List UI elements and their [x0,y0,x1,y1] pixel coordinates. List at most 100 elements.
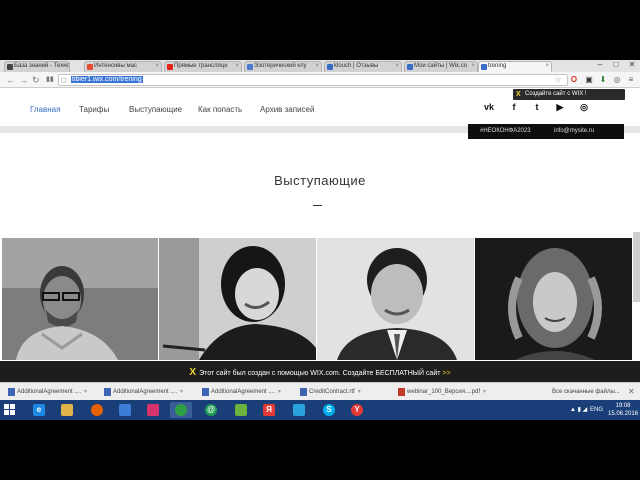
minimize-button[interactable]: – [592,60,608,71]
close-icon[interactable]: × [235,62,239,71]
bookmarks-icon[interactable]: ▮▮ [46,74,54,86]
tray-icons[interactable]: ▲ ▮ ◢ [570,404,587,416]
yandex-browser-app-icon[interactable]: Y [346,402,368,418]
tab-label: Интенсивы мас [94,63,137,69]
twitter-icon[interactable]: t [530,102,544,112]
facebook-icon[interactable]: f [507,102,521,112]
wix-banner-text: Этот сайт был создан с помощью WIX.com. … [199,370,441,377]
tab-favicon-icon [7,64,13,70]
show-all-downloads-link[interactable]: Все скачанные файлы... [552,386,620,398]
clock-time: 19:08 [615,403,631,409]
tab-0[interactable]: База знаний - Техно × [4,61,70,72]
download-item[interactable]: AdditionalAgreement .... ▾ [202,386,281,398]
explorer-app-icon[interactable] [56,402,78,418]
tab-label: База знаний - Техно [14,63,69,69]
nav-link-home[interactable]: Главная [30,105,60,114]
close-icon[interactable]: × [155,62,159,71]
yandex-app-icon[interactable]: Я [258,402,280,418]
nav-link-tariffs[interactable]: Тарифы [79,105,109,114]
section-title: Выступающие [274,173,366,188]
document-icon [300,388,307,396]
youtube-icon[interactable]: ▶ [553,102,567,113]
windows-start-icon[interactable] [4,404,16,416]
download-icon[interactable]: ⬇ [598,75,608,85]
ie-app-icon[interactable]: e [28,402,50,418]
opera-icon[interactable]: O [569,75,579,85]
tab-1[interactable]: Интенсивы мас × [84,61,162,72]
tab-favicon-icon [327,64,333,70]
tab-favicon-icon [247,64,253,70]
instagram-icon[interactable]: ◎ [577,102,591,113]
close-downloads-button[interactable]: ✕ [628,386,635,398]
page-scrollbar[interactable] [633,232,640,302]
download-item[interactable]: AdditionalAgreement .... ▾ [104,386,183,398]
chevron-down-icon[interactable]: ▾ [84,389,87,395]
nav-link-speakers[interactable]: Выступающие [129,105,182,114]
document-icon [202,388,209,396]
utorrent-app-icon[interactable] [230,402,252,418]
tab-6-active[interactable]: trening × [478,61,552,72]
tab-2[interactable]: Прямые трансляци × [164,61,242,72]
wix-logo-icon: X [189,367,197,378]
nav-link-archive[interactable]: Архив записей [260,105,314,114]
document-icon [104,388,111,396]
star-icon[interactable]: ☆ [553,75,563,85]
forward-icon[interactable]: → [19,74,28,86]
tab-label: klouch | Отзывы [334,63,379,69]
firefox-app-icon[interactable] [86,402,108,418]
extension-icon[interactable]: ▣ [584,75,594,85]
speaker-photo-1[interactable] [2,238,158,360]
reload-icon[interactable]: ↻ [32,74,40,86]
page-info-icon: ◻ [61,77,67,84]
window-controls: – □ ✕ [592,60,640,71]
skype-app-icon[interactable]: S [318,402,340,418]
tab-favicon-icon [167,64,173,70]
close-window-button[interactable]: ✕ [624,60,640,71]
wix-banner[interactable]: X Этот сайт был создан с помощью WIX.com.… [0,361,640,383]
close-icon[interactable]: × [545,62,549,71]
tab-5[interactable]: Мои сайты | Wix.co × [404,61,478,72]
maximize-button[interactable]: □ [608,60,624,71]
settings-icon[interactable]: ◎ [612,75,622,85]
download-item[interactable]: AdditionalAgreement .... ▾ [8,386,87,398]
speaker-photo-3[interactable] [317,238,474,360]
media-app-icon[interactable] [114,402,136,418]
wix-banner-cta[interactable]: >> [442,370,450,377]
tab-4[interactable]: klouch | Отзывы × [324,61,402,72]
chevron-down-icon[interactable]: ▾ [358,389,361,395]
chevron-down-icon[interactable]: ▾ [278,389,281,395]
chevron-down-icon[interactable]: ▾ [180,389,183,395]
tab-3[interactable]: Эзотерический клу × [244,61,322,72]
menu-icon[interactable]: ≡ [626,75,636,85]
mail-agent-app-icon[interactable]: @ [200,402,222,418]
address-bar[interactable]: ◻ tibier1.wix.com/trening [58,74,568,86]
cloud-app-icon[interactable] [288,402,310,418]
close-icon[interactable]: × [63,62,67,71]
language-indicator[interactable]: ENG [590,404,603,416]
tab-label: Мои сайты | Wix.co [414,63,468,69]
close-icon[interactable]: × [315,62,319,71]
email-link[interactable]: info@mysite.ru [554,124,594,139]
browser-toolbar: ← → ↻ ▮▮ ◻ tibier1.wix.com/trening ☆ O ▣… [0,72,640,88]
vk-icon[interactable]: vk [482,102,496,112]
url-text: tibier1.wix.com/trening [71,76,143,83]
paint-app-icon[interactable] [142,402,164,418]
speaker-photo-4[interactable] [475,238,632,360]
speaker-photo-2[interactable] [159,238,316,360]
download-item[interactable]: webinar_100_Версия....pdf ▾ [398,386,486,398]
chevron-down-icon[interactable]: ▾ [483,389,486,395]
nav-link-how-to-join[interactable]: Как попасть [198,105,242,114]
wix-promo-badge[interactable]: X Создайте сайт с WIX ! [513,89,625,100]
download-item[interactable]: CreditContract.rtf ▾ [300,386,361,398]
taskbar: e @ Я S Y ▲ ▮ ◢ ENG 19:08 15.06.2016 [0,400,640,420]
close-icon[interactable]: × [471,62,475,71]
chrome-app-icon[interactable] [170,402,192,418]
download-label: webinar_100_Версия....pdf [407,389,480,395]
download-label: AdditionalAgreement .... [17,389,82,395]
contact-bar: #НЕОКОНФА2023 info@mysite.ru [468,124,624,139]
close-icon[interactable]: × [395,62,399,71]
downloads-bar: AdditionalAgreement .... ▾ AdditionalAgre… [0,382,640,400]
document-icon [8,388,15,396]
clock[interactable]: 19:08 15.06.2016 [608,402,638,418]
back-icon[interactable]: ← [6,74,15,86]
